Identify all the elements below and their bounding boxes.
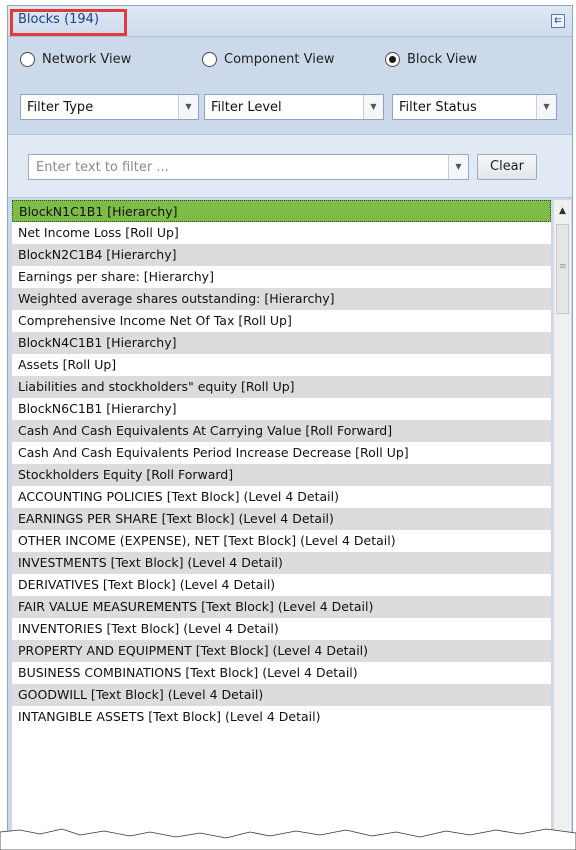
list-item[interactable]: Comprehensive Income Net Of Tax [Roll Up… — [12, 310, 551, 332]
list-item[interactable]: DERIVATIVES [Text Block] (Level 4 Detail… — [12, 574, 551, 596]
text-filter-area: Enter text to filter ... ▼ Clear — [8, 134, 572, 198]
list-item[interactable]: BlockN1C1B1 [Hierarchy] — [12, 200, 551, 222]
list-item[interactable]: Net Income Loss [Roll Up] — [12, 222, 551, 244]
pin-icon[interactable]: ⇇ — [551, 14, 565, 28]
vertical-scrollbar[interactable]: ▲ ≡ — [553, 200, 571, 849]
panel-titlebar: Blocks (194) ⇇ — [8, 6, 572, 37]
scroll-up-icon[interactable]: ▲ — [554, 200, 571, 222]
filter-status-select[interactable]: Filter Status ▼ — [392, 94, 557, 120]
list-item[interactable]: OTHER INCOME (EXPENSE), NET [Text Block]… — [12, 530, 551, 552]
text-filter-input[interactable]: Enter text to filter ... ▼ — [28, 154, 469, 180]
list-item[interactable]: BlockN2C1B4 [Hierarchy] — [12, 244, 551, 266]
block-list: BlockN1C1B1 [Hierarchy] Net Income Loss [… — [12, 200, 551, 849]
radio-component-view[interactable]: Component View — [202, 52, 334, 67]
list-item[interactable]: Cash And Cash Equivalents At Carrying Va… — [12, 420, 551, 442]
list-item[interactable]: INTANGIBLE ASSETS [Text Block] (Level 4 … — [12, 706, 551, 728]
radio-network-view[interactable]: Network View — [20, 52, 131, 67]
chevron-down-icon[interactable]: ▼ — [448, 155, 468, 179]
radio-label: Network View — [42, 52, 132, 67]
list-item[interactable]: BlockN6C1B1 [Hierarchy] — [12, 398, 551, 420]
list-item[interactable]: PROPERTY AND EQUIPMENT [Text Block] (Lev… — [12, 640, 551, 662]
list-item[interactable]: Cash And Cash Equivalents Period Increas… — [12, 442, 551, 464]
filter-type-select[interactable]: Filter Type ▼ — [20, 94, 199, 120]
radio-block-view[interactable]: Block View — [385, 52, 477, 67]
filter-placeholder: Enter text to filter ... — [36, 160, 169, 175]
radio-checked-icon — [385, 52, 400, 67]
list-item[interactable]: Liabilities and stockholders" equity [Ro… — [12, 376, 551, 398]
list-item[interactable]: BlockN4C1B1 [Hierarchy] — [12, 332, 551, 354]
list-item[interactable]: GOODWILL [Text Block] (Level 4 Detail) — [12, 684, 551, 706]
chevron-down-icon[interactable]: ▼ — [536, 95, 556, 119]
scroll-thumb[interactable]: ≡ — [556, 224, 569, 314]
radio-label: Block View — [407, 52, 478, 67]
clear-button[interactable]: Clear — [477, 154, 537, 180]
radio-label: Component View — [224, 52, 335, 67]
list-item[interactable]: Earnings per share: [Hierarchy] — [12, 266, 551, 288]
list-item[interactable]: INVESTMENTS [Text Block] (Level 4 Detail… — [12, 552, 551, 574]
list-item[interactable]: EARNINGS PER SHARE [Text Block] (Level 4… — [12, 508, 551, 530]
title-highlight-box — [10, 9, 127, 36]
list-item[interactable]: ACCOUNTING POLICIES [Text Block] (Level … — [12, 486, 551, 508]
filter-status-value: Filter Status — [399, 100, 477, 115]
list-item[interactable]: FAIR VALUE MEASUREMENTS [Text Block] (Le… — [12, 596, 551, 618]
blocks-panel: Blocks (194) ⇇ Network View Component Vi… — [7, 5, 573, 850]
radio-circle-icon — [20, 52, 35, 67]
list-item[interactable]: BUSINESS COMBINATIONS [Text Block] (Leve… — [12, 662, 551, 684]
list-item[interactable]: Weighted average shares outstanding: [Hi… — [12, 288, 551, 310]
chevron-down-icon[interactable]: ▼ — [178, 95, 198, 119]
view-selector: Network View Component View Block View — [8, 52, 572, 72]
list-item[interactable]: Stockholders Equity [Roll Forward] — [12, 464, 551, 486]
filter-level-value: Filter Level — [211, 100, 282, 115]
grip-icon: ≡ — [559, 262, 567, 272]
radio-circle-icon — [202, 52, 217, 67]
filter-type-value: Filter Type — [27, 100, 94, 115]
chevron-down-icon[interactable]: ▼ — [363, 95, 383, 119]
list-item[interactable]: INVENTORIES [Text Block] (Level 4 Detail… — [12, 618, 551, 640]
torn-edge — [0, 828, 576, 850]
filter-level-select[interactable]: Filter Level ▼ — [204, 94, 384, 120]
list-item[interactable]: Assets [Roll Up] — [12, 354, 551, 376]
